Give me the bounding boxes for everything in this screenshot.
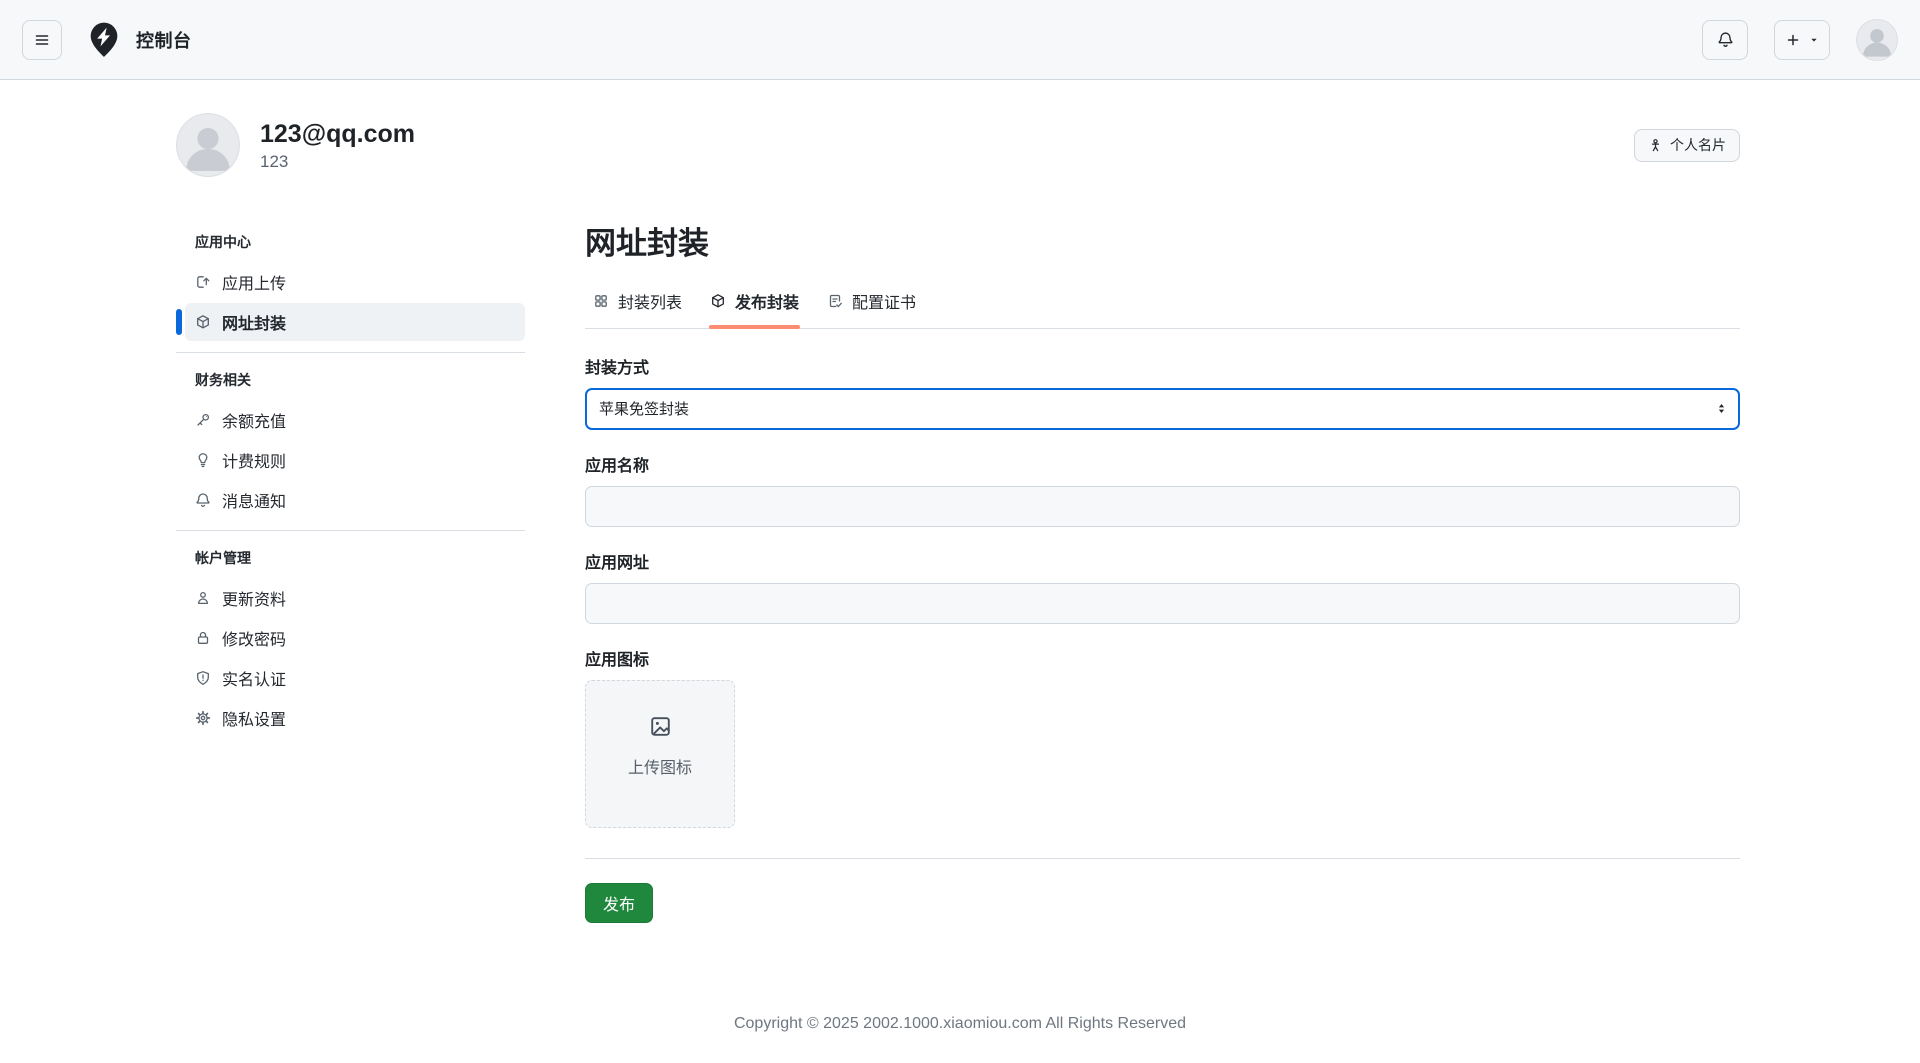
top-header: 控制台 (0, 0, 1920, 80)
upload-icon-text: 上传图标 (628, 754, 692, 778)
sidebar-item-real-name-verify[interactable]: 实名认证 (185, 659, 525, 697)
triangle-down-icon (1809, 35, 1819, 45)
app-name-input[interactable] (585, 486, 1740, 527)
bell-icon (195, 492, 211, 508)
notifications-button[interactable] (1702, 20, 1748, 60)
app-url-input[interactable] (585, 583, 1740, 624)
plus-icon (1785, 32, 1801, 48)
app-logo[interactable] (84, 20, 124, 60)
publish-button[interactable]: 发布 (585, 883, 653, 923)
shield-exclamation-icon (195, 670, 211, 686)
sidebar-item-change-password[interactable]: 修改密码 (185, 619, 525, 657)
sidebar-item-label: 余额充值 (222, 408, 286, 432)
sidebar-item-label: 修改密码 (222, 626, 286, 650)
tab-label: 封装列表 (618, 289, 682, 313)
lightning-pin-logo-icon (84, 20, 124, 60)
package-icon (710, 293, 726, 309)
tab-package-list[interactable]: 封装列表 (585, 276, 690, 328)
lightbulb-icon (195, 452, 211, 468)
sidebar-item-update-profile[interactable]: 更新资料 (185, 579, 525, 617)
sidebar-item-billing-rules[interactable]: 计费规则 (185, 441, 525, 479)
sidebar-divider (176, 352, 525, 353)
page-title: 网址封装 (585, 223, 1740, 265)
sidebar-section-finance: 财务相关 (185, 370, 525, 401)
upload-icon-dropzone[interactable]: 上传图标 (585, 680, 735, 828)
sidebar-nav: 应用中心 应用上传 网址封装 财务相关 (176, 223, 525, 739)
sidebar-item-notifications[interactable]: 消息通知 (185, 481, 525, 519)
app-name-label: 应用名称 (585, 452, 1740, 476)
menu-button[interactable] (22, 20, 62, 60)
person-icon (195, 590, 211, 606)
package-type-select[interactable]: 苹果免签封装 (585, 388, 1740, 430)
tab-publish-package[interactable]: 发布封装 (702, 276, 807, 328)
sidebar-item-label: 隐私设置 (222, 706, 286, 730)
header-avatar[interactable] (1856, 19, 1898, 61)
profile-username: 123 (260, 152, 415, 172)
app-icon-label: 应用图标 (585, 646, 1740, 670)
person-card-icon (1648, 138, 1663, 153)
profile-email: 123@qq.com (260, 119, 415, 149)
sidebar-section-app-center: 应用中心 (185, 232, 525, 263)
sidebar-item-privacy-settings[interactable]: 隐私设置 (185, 699, 525, 737)
sidebar-item-label: 计费规则 (222, 448, 286, 472)
personal-card-button[interactable]: 个人名片 (1634, 129, 1740, 162)
package-type-label: 封装方式 (585, 354, 1740, 378)
form-divider (585, 858, 1740, 859)
header-title: 控制台 (136, 27, 192, 53)
sidebar-section-account: 帐户管理 (185, 548, 525, 579)
create-new-button[interactable] (1774, 20, 1830, 60)
sidebar-item-url-packaging[interactable]: 网址封装 (185, 303, 525, 341)
package-icon (195, 314, 211, 330)
bell-icon (1717, 31, 1734, 48)
tab-configure-certificate[interactable]: 配置证书 (819, 276, 924, 328)
three-bars-icon (34, 32, 50, 48)
lock-icon (195, 630, 211, 646)
key-icon (195, 412, 211, 428)
gear-icon (195, 710, 211, 726)
upload-icon (195, 274, 211, 290)
app-url-label: 应用网址 (585, 549, 1740, 573)
image-icon (648, 714, 673, 739)
profile-header: 123@qq.com 123 个人名片 (176, 113, 1740, 177)
tab-label: 配置证书 (852, 289, 916, 313)
sidebar-item-label: 网址封装 (222, 310, 286, 334)
apps-grid-icon (593, 293, 609, 309)
publish-package-form: 封装方式 苹果免签封装 应用名称 应用网址 应用图标 (585, 354, 1740, 923)
sidebar-item-label: 实名认证 (222, 666, 286, 690)
sidebar-item-label: 应用上传 (222, 270, 286, 294)
personal-card-label: 个人名片 (1670, 135, 1726, 155)
tab-bar: 封装列表 发布封装 配置证书 (585, 276, 1740, 329)
profile-avatar (176, 113, 240, 177)
sidebar-divider (176, 530, 525, 531)
sidebar-item-label: 更新资料 (222, 586, 286, 610)
sidebar-item-label: 消息通知 (222, 488, 286, 512)
footer-copyright: Copyright © 2025 2002.1000.xiaomiou.com … (0, 1015, 1920, 1033)
sidebar-item-balance-recharge[interactable]: 余额充值 (185, 401, 525, 439)
sidebar-item-app-upload[interactable]: 应用上传 (185, 263, 525, 301)
tab-label: 发布封装 (735, 289, 799, 313)
file-check-icon (827, 293, 843, 309)
